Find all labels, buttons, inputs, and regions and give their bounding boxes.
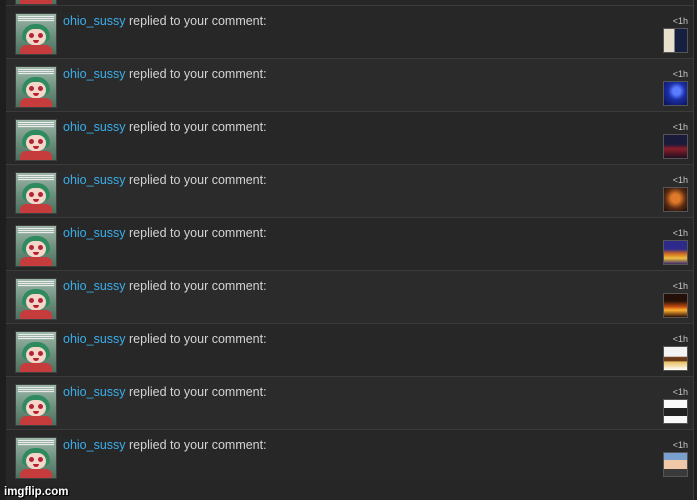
notification-row[interactable]: ohio_sussy replied to your comment: <1h: [6, 5, 693, 58]
notification-text: ohio_sussy replied to your comment:: [63, 438, 267, 452]
notification-text: ohio_sussy replied to your comment:: [63, 120, 267, 134]
notification-row[interactable]: ohio_sussy replied to your comment: <1h: [6, 429, 693, 482]
post-thumbnail[interactable]: [663, 346, 688, 371]
notification-action: replied to your comment:: [125, 14, 267, 28]
notification-text: ohio_sussy replied to your comment:: [63, 279, 267, 293]
post-thumbnail[interactable]: [663, 81, 688, 106]
notification-row[interactable]: ohio_sussy replied to your comment: <1h: [6, 323, 693, 376]
timestamp: <1h: [672, 69, 688, 79]
notification-text: ohio_sussy replied to your comment:: [63, 14, 267, 28]
user-avatar[interactable]: [15, 384, 57, 426]
notification-feed: ohio_sussy replied to your comment: <1h …: [6, 0, 694, 500]
post-thumbnail[interactable]: [663, 134, 688, 159]
timestamp: <1h: [672, 175, 688, 185]
notification-action: replied to your comment:: [125, 67, 267, 81]
user-avatar[interactable]: [15, 225, 57, 267]
user-avatar[interactable]: [15, 437, 57, 479]
notification-row[interactable]: ohio_sussy replied to your comment: <1h: [6, 217, 693, 270]
notification-action: replied to your comment:: [125, 173, 267, 187]
post-thumbnail[interactable]: [663, 452, 688, 477]
post-thumbnail[interactable]: [663, 28, 688, 53]
notification-text: ohio_sussy replied to your comment:: [63, 226, 267, 240]
username-link[interactable]: ohio_sussy: [63, 226, 126, 240]
notification-row[interactable]: ohio_sussy replied to your comment: <1h: [6, 164, 693, 217]
post-thumbnail[interactable]: [663, 399, 688, 424]
notification-row[interactable]: ohio_sussy replied to your comment: <1h: [6, 58, 693, 111]
notification-action: replied to your comment:: [125, 332, 267, 346]
notification-row[interactable]: ohio_sussy replied to your comment: <1h: [6, 270, 693, 323]
watermark: imgflip.com: [4, 486, 69, 498]
username-link[interactable]: ohio_sussy: [63, 120, 126, 134]
post-thumbnail[interactable]: [663, 187, 688, 212]
notification-text: ohio_sussy replied to your comment:: [63, 173, 267, 187]
notification-action: replied to your comment:: [125, 226, 267, 240]
user-avatar[interactable]: [15, 278, 57, 320]
user-avatar[interactable]: [15, 331, 57, 373]
timestamp: <1h: [672, 440, 688, 450]
timestamp: <1h: [672, 228, 688, 238]
notification-text: ohio_sussy replied to your comment:: [63, 332, 267, 346]
username-link[interactable]: ohio_sussy: [63, 279, 126, 293]
timestamp: <1h: [672, 122, 688, 132]
user-avatar[interactable]: [15, 13, 57, 55]
username-link[interactable]: ohio_sussy: [63, 14, 126, 28]
notification-text: ohio_sussy replied to your comment:: [63, 385, 267, 399]
notification-row[interactable]: ohio_sussy replied to your comment: <1h: [6, 376, 693, 429]
username-link[interactable]: ohio_sussy: [63, 438, 126, 452]
user-avatar[interactable]: [15, 119, 57, 161]
notification-text: ohio_sussy replied to your comment:: [63, 67, 267, 81]
notification-action: replied to your comment:: [125, 385, 267, 399]
username-link[interactable]: ohio_sussy: [63, 332, 126, 346]
user-avatar[interactable]: [15, 66, 57, 108]
timestamp: <1h: [672, 281, 688, 291]
user-avatar[interactable]: [15, 172, 57, 214]
timestamp: <1h: [672, 387, 688, 397]
notification-action: replied to your comment:: [125, 120, 267, 134]
notification-action: replied to your comment:: [125, 279, 267, 293]
timestamp: <1h: [672, 334, 688, 344]
post-thumbnail[interactable]: [663, 240, 688, 265]
timestamp: <1h: [672, 16, 688, 26]
notification-row[interactable]: ohio_sussy replied to your comment: <1h: [6, 111, 693, 164]
username-link[interactable]: ohio_sussy: [63, 173, 126, 187]
notification-action: replied to your comment:: [125, 438, 267, 452]
username-link[interactable]: ohio_sussy: [63, 385, 126, 399]
post-thumbnail[interactable]: [663, 293, 688, 318]
username-link[interactable]: ohio_sussy: [63, 67, 126, 81]
